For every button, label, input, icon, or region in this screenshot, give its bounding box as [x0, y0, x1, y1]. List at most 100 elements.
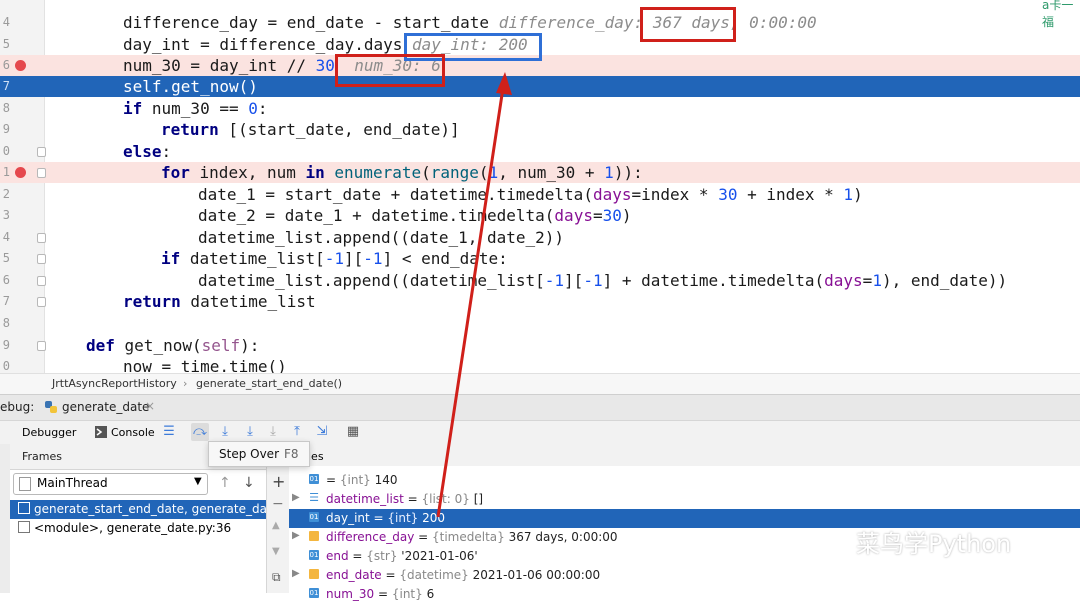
thread-select[interactable]: MainThread ▼ [13, 473, 208, 495]
variable-value: 6 [426, 587, 435, 601]
code-text[interactable]: return datetime_list [123, 292, 316, 312]
code-line: 0 now = time.time() [0, 356, 1080, 373]
expand-arrow-icon[interactable]: ▶ [292, 568, 300, 579]
code-editor[interactable]: 4 difference_day = end_date - start_date… [0, 0, 1080, 373]
code-text[interactable]: if datetime_list[-1][-1] < end_date: [161, 249, 508, 269]
variable-value: 367 days, 0:00:00 [508, 530, 618, 544]
tab-console[interactable]: Console [111, 426, 155, 439]
code-line: 4 difference_day = end_date - start_date… [0, 12, 1080, 33]
line-number: 3 [2, 208, 10, 222]
line-number: 5 [2, 251, 10, 265]
fold-icon[interactable] [37, 341, 46, 351]
step-over-tooltip: Step Over F8 [208, 441, 310, 467]
tab-debugger[interactable]: Debugger [22, 426, 76, 439]
code-text[interactable]: else: [123, 142, 171, 162]
variable-value: 200 [422, 511, 446, 525]
breadcrumb-separator: › [183, 377, 188, 390]
object-type-icon [309, 569, 319, 579]
expand-arrow-icon[interactable]: ▶ [292, 530, 300, 541]
code-line: 9 def get_now(self): [0, 335, 1080, 356]
inline-value-hint: 0:00:00 [749, 13, 817, 32]
variable-row[interactable]: 01 num_30 = {int} 6 [289, 585, 1080, 604]
variable-row[interactable]: ▶ end_date = {datetime} 2021-01-06 00:00… [289, 566, 1080, 585]
code-text[interactable]: datetime_list.append((date_1, date_2)) [198, 228, 564, 248]
frame-icon [18, 502, 30, 514]
variable-name: difference_day [326, 530, 415, 544]
console-icon [95, 426, 107, 438]
line-number: 8 [2, 101, 10, 115]
close-icon[interactable]: × [145, 399, 155, 413]
line-number: 0 [2, 359, 10, 373]
code-text[interactable]: datetime_list.append((datetime_list[-1][… [198, 271, 1007, 291]
int-type-icon: 01 [309, 550, 319, 560]
add-watch-icon[interactable]: + [272, 472, 285, 491]
frame-item[interactable]: <module>, generate_date.py:36 [10, 519, 266, 538]
variable-name: day_int [326, 511, 370, 525]
run-to-cursor-icon[interactable]: ⇲ [313, 423, 331, 441]
fold-icon[interactable] [37, 254, 46, 264]
variable-name: end [326, 549, 349, 563]
force-step-into-icon[interactable]: ⤓ [264, 423, 282, 441]
frame-item[interactable]: generate_start_end_date, generate_date [10, 500, 279, 519]
arrow-up-icon[interactable]: ↑ [219, 475, 231, 491]
variables-header: les [266, 444, 1080, 467]
breakpoint-icon[interactable] [15, 167, 26, 178]
thread-select-value: MainThread [37, 476, 108, 490]
chevron-down-icon[interactable]: ▼ [272, 546, 280, 557]
step-over-icon[interactable]: ⤼ [191, 423, 209, 441]
highlight-box-days [640, 7, 736, 42]
int-type-icon: 01 [309, 588, 319, 598]
variable-value: '2021-01-06' [401, 549, 478, 563]
code-text[interactable]: def get_now(self): [86, 336, 259, 356]
code-line: 0 else: [0, 141, 1080, 162]
code-text[interactable]: date_2 = date_1 + datetime.timedelta(day… [198, 206, 632, 226]
code-line: 6 datetime_list.append((datetime_list[-1… [0, 270, 1080, 291]
code-text[interactable]: for index, num in enumerate(range(1, num… [161, 163, 643, 183]
code-text[interactable]: now = time.time() [123, 357, 287, 373]
tab-generate-date[interactable]: generate_date [62, 400, 149, 414]
debug-label: ebug: [0, 400, 35, 414]
line-number: 9 [2, 122, 10, 136]
code-line: 5 if datetime_list[-1][-1] < end_date: [0, 248, 1080, 269]
fold-icon[interactable] [37, 297, 46, 307]
line-number: 9 [2, 338, 10, 352]
fold-icon[interactable] [37, 147, 46, 157]
chevron-up-icon[interactable]: ▲ [272, 520, 280, 531]
code-line: 7 return datetime_list [0, 291, 1080, 312]
code-line: 4 datetime_list.append((date_1, date_2)) [0, 227, 1080, 248]
code-line: 9 return [(start_date, end_date)] [0, 119, 1080, 140]
breadcrumb-class[interactable]: JrttAsyncReportHistory [52, 377, 177, 390]
code-text[interactable]: if num_30 == 0: [123, 99, 268, 119]
menu-icon[interactable]: ☰ [160, 423, 178, 441]
remove-watch-icon[interactable]: − [272, 496, 284, 512]
corner-text: a卡一福 [1042, 0, 1074, 29]
breakpoint-icon[interactable] [15, 60, 26, 71]
code-text[interactable]: return [(start_date, end_date)] [161, 120, 460, 140]
code-text[interactable]: self.get_now() [123, 77, 258, 97]
variable-value: 140 [374, 473, 398, 487]
variable-row[interactable]: 01 = {int} 140 [289, 471, 1080, 490]
object-type-icon [309, 531, 319, 541]
code-text[interactable]: date_1 = start_date + datetime.timedelta… [198, 185, 863, 205]
fold-icon[interactable] [37, 233, 46, 243]
copy-icon[interactable]: ⧉ [272, 570, 281, 585]
variable-type: {timedelta} [432, 530, 505, 544]
evaluate-expression-icon[interactable]: ▦ [344, 423, 362, 441]
fold-icon[interactable] [37, 168, 46, 178]
step-into-my-code-icon[interactable]: ⤓ [241, 423, 259, 441]
tooltip-shortcut: F8 [284, 447, 299, 461]
variable-type: {int} [339, 473, 371, 487]
variable-row[interactable]: ▶ ☰ datetime_list = {list: 0} [] [289, 490, 1080, 509]
breadcrumb-method[interactable]: generate_start_end_date() [196, 377, 342, 390]
breadcrumb: JrttAsyncReportHistory › generate_start_… [0, 373, 1080, 394]
expand-arrow-icon[interactable]: ▶ [292, 492, 300, 503]
step-out-icon[interactable]: ⤒ [288, 423, 306, 441]
int-type-icon: 01 [309, 512, 319, 522]
variable-name: num_30 [326, 587, 375, 601]
step-into-icon[interactable]: ⤓ [216, 423, 234, 441]
variable-name: end_date [326, 568, 382, 582]
fold-icon[interactable] [37, 276, 46, 286]
python-icon [44, 400, 58, 414]
arrow-down-icon[interactable]: ↓ [243, 475, 255, 491]
variable-value: [] [473, 492, 484, 506]
